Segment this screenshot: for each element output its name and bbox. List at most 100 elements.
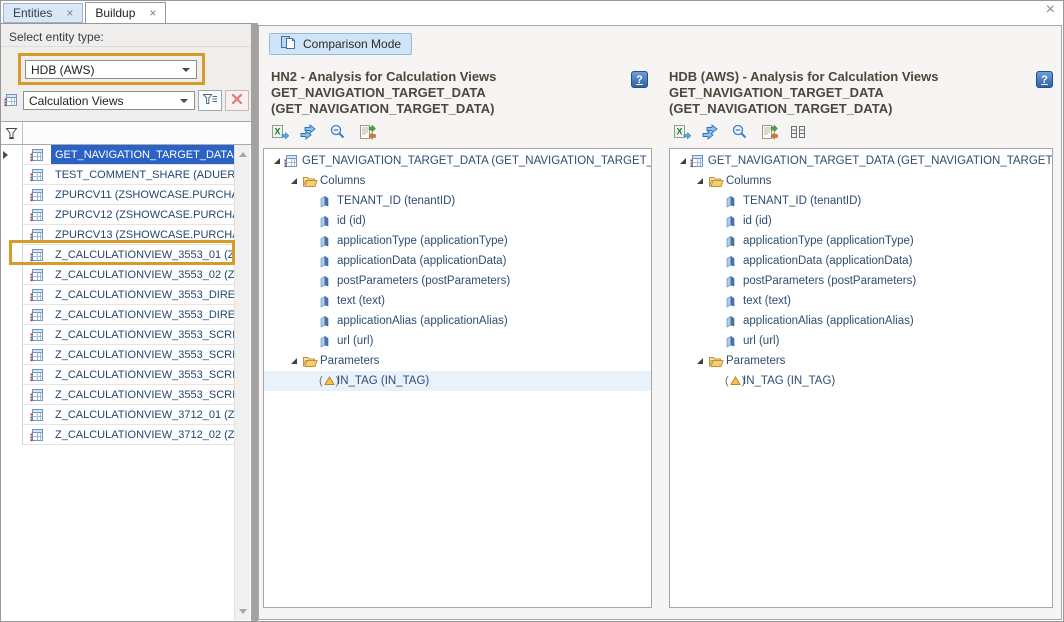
tree-item[interactable]: url (url): [670, 331, 1052, 351]
title-line: HN2 - Analysis for Calculation Views: [271, 69, 643, 85]
help-icon[interactable]: ?: [1036, 71, 1053, 88]
tree-item[interactable]: ()IN_TAG (IN_TAG): [670, 371, 1052, 391]
tree-item[interactable]: Parameters: [670, 351, 1052, 371]
tree-item-label: applicationType (applicationType): [743, 235, 914, 247]
tree-item-label: Parameters: [320, 355, 379, 367]
system-select[interactable]: HDB (AWS): [25, 60, 197, 79]
tree-item[interactable]: GET_NAVIGATION_TARGET_DATA (GET_NAVIGATI…: [670, 151, 1052, 171]
entity-list-item[interactable]: Z_CALCULATIONVIEW_3712_01 (ZSF: [1, 405, 234, 425]
entity-list-item[interactable]: Z_CALCULATIONVIEW_3553_SCRIPT: [1, 345, 234, 365]
grid-view-icon[interactable]: [787, 122, 809, 142]
row-selector-cell: [1, 165, 23, 185]
tree-item[interactable]: applicationAlias (applicationAlias): [264, 311, 651, 331]
entity-list-item[interactable]: TEST_COMMENT_SHARE (ADUERRST: [1, 165, 234, 185]
entity-list-scrollbar[interactable]: [234, 145, 250, 620]
tree-item[interactable]: Parameters: [264, 351, 651, 371]
entity-list-item[interactable]: ZPURCV13 (ZSHOWCASE.PURCHASIN: [1, 225, 234, 245]
entity-list-item[interactable]: Z_CALCULATIONVIEW_3553_01 (ZSF: [1, 245, 234, 265]
comparison-mode-button[interactable]: Comparison Mode: [269, 33, 412, 55]
copy-pages-icon: [280, 35, 296, 54]
compare-documents-icon[interactable]: [356, 122, 378, 142]
folder-icon: [708, 175, 726, 188]
column-icon: [319, 195, 337, 208]
entity-list-item[interactable]: ZPURCV12 (ZSHOWCASE.PURCHASIN: [1, 205, 234, 225]
scroll-down-button[interactable]: [235, 603, 250, 619]
calc-view-icon: [23, 405, 51, 425]
close-tab-icon[interactable]: ×: [66, 6, 73, 20]
tree-item[interactable]: ()IN_TAG (IN_TAG): [264, 371, 651, 391]
column-icon: [725, 335, 743, 348]
entity-list-item[interactable]: Z_CALCULATIONVIEW_3553_DIRECT: [1, 305, 234, 325]
panel-splitter[interactable]: [251, 23, 258, 621]
tree-item[interactable]: id (id): [264, 211, 651, 231]
tree-item[interactable]: postParameters (postParameters): [264, 271, 651, 291]
entity-list-item[interactable]: Z_CALCULATIONVIEW_3553_02 (ZSF: [1, 265, 234, 285]
expand-toggle-icon[interactable]: [289, 356, 302, 366]
tree-item-label: applicationData (applicationData): [337, 255, 506, 267]
clear-filter-button[interactable]: [225, 90, 249, 111]
comparison-mode-label: Comparison Mode: [303, 37, 401, 51]
entity-label: Z_CALCULATIONVIEW_3712_02 (ZSF: [51, 425, 234, 445]
entity-list-item[interactable]: GET_NAVIGATION_TARGET_DATA (s: [1, 145, 234, 165]
zoom-out-icon[interactable]: [729, 122, 751, 142]
tree-item-label: postParameters (postParameters): [743, 275, 916, 287]
entity-list-item[interactable]: Z_CALCULATIONVIEW_3553_DIRECT: [1, 285, 234, 305]
analysis-area: Comparison Mode HN2 - Analysis for Calcu…: [258, 25, 1062, 620]
tree-item[interactable]: text (text): [264, 291, 651, 311]
expand-toggle-icon[interactable]: [289, 176, 302, 186]
close-tab-icon[interactable]: ×: [149, 6, 156, 20]
column-icon: [319, 275, 337, 288]
folder-icon: [708, 355, 726, 368]
row-selector-cell: [1, 425, 23, 445]
tree-item[interactable]: id (id): [670, 211, 1052, 231]
export-excel-icon[interactable]: X: [269, 122, 291, 142]
tree-item[interactable]: applicationAlias (applicationAlias): [670, 311, 1052, 331]
parameter-icon: (): [319, 375, 337, 387]
tab-label: Buildup: [95, 6, 135, 20]
calc-view-icon: [690, 154, 708, 168]
entity-list-item[interactable]: Z_CALCULATIONVIEW_3712_02 (ZSF: [1, 425, 234, 445]
entity-list-item[interactable]: Z_CALCULATIONVIEW_3553_SCRIPT: [1, 365, 234, 385]
expand-toggle-icon[interactable]: [695, 176, 708, 186]
tree-item[interactable]: Columns: [670, 171, 1052, 191]
entity-label: Z_CALCULATIONVIEW_3553_01 (ZSF: [51, 245, 234, 265]
title-line: (GET_NAVIGATION_TARGET_DATA): [271, 101, 643, 117]
copy-forward-icon[interactable]: [298, 122, 320, 142]
tree-item[interactable]: postParameters (postParameters): [670, 271, 1052, 291]
column-icon: [725, 275, 743, 288]
calc-view-icon: [23, 205, 51, 225]
tree-item[interactable]: TENANT_ID (tenantID): [264, 191, 651, 211]
row-selector-cell: [1, 285, 23, 305]
tree-item[interactable]: applicationData (applicationData): [670, 251, 1052, 271]
entity-list-item[interactable]: Z_CALCULATIONVIEW_3553_SCRIPT: [1, 325, 234, 345]
entity-list-item[interactable]: Z_CALCULATIONVIEW_3553_SCRIPT: [1, 385, 234, 405]
column-icon: [319, 315, 337, 328]
tree-item[interactable]: GET_NAVIGATION_TARGET_DATA (GET_NAVIGATI…: [264, 151, 651, 171]
tree-item[interactable]: Columns: [264, 171, 651, 191]
calc-view-icon: [23, 245, 51, 265]
export-excel-icon[interactable]: X: [671, 122, 693, 142]
tree-item[interactable]: url (url): [264, 331, 651, 351]
entity-list-item[interactable]: ZPURCV11 (ZSHOWCASE.PURCHASIN: [1, 185, 234, 205]
expand-toggle-icon[interactable]: [695, 356, 708, 366]
tree-item[interactable]: applicationType (applicationType): [264, 231, 651, 251]
compare-documents-icon[interactable]: [758, 122, 780, 142]
tree-item[interactable]: applicationData (applicationData): [264, 251, 651, 271]
filter-button[interactable]: [198, 90, 222, 111]
filter-row-icon[interactable]: [5, 127, 18, 145]
tree-item[interactable]: text (text): [670, 291, 1052, 311]
tree-item-label: IN_TAG (IN_TAG): [743, 375, 835, 387]
expand-toggle-icon[interactable]: [272, 156, 284, 166]
help-icon[interactable]: ?: [631, 71, 648, 88]
tab-entities[interactable]: Entities×: [3, 3, 83, 23]
copy-forward-icon[interactable]: [700, 122, 722, 142]
window-close-icon[interactable]: ×: [1046, 1, 1055, 19]
tab-buildup[interactable]: Buildup ×: [85, 2, 166, 24]
tree-item[interactable]: applicationType (applicationType): [670, 231, 1052, 251]
entity-type-select[interactable]: Calculation Views: [23, 91, 195, 110]
row-selector-cell: [1, 385, 23, 405]
tree-item[interactable]: TENANT_ID (tenantID): [670, 191, 1052, 211]
zoom-out-icon[interactable]: [327, 122, 349, 142]
scroll-up-button[interactable]: [235, 146, 250, 162]
expand-toggle-icon[interactable]: [678, 156, 690, 166]
